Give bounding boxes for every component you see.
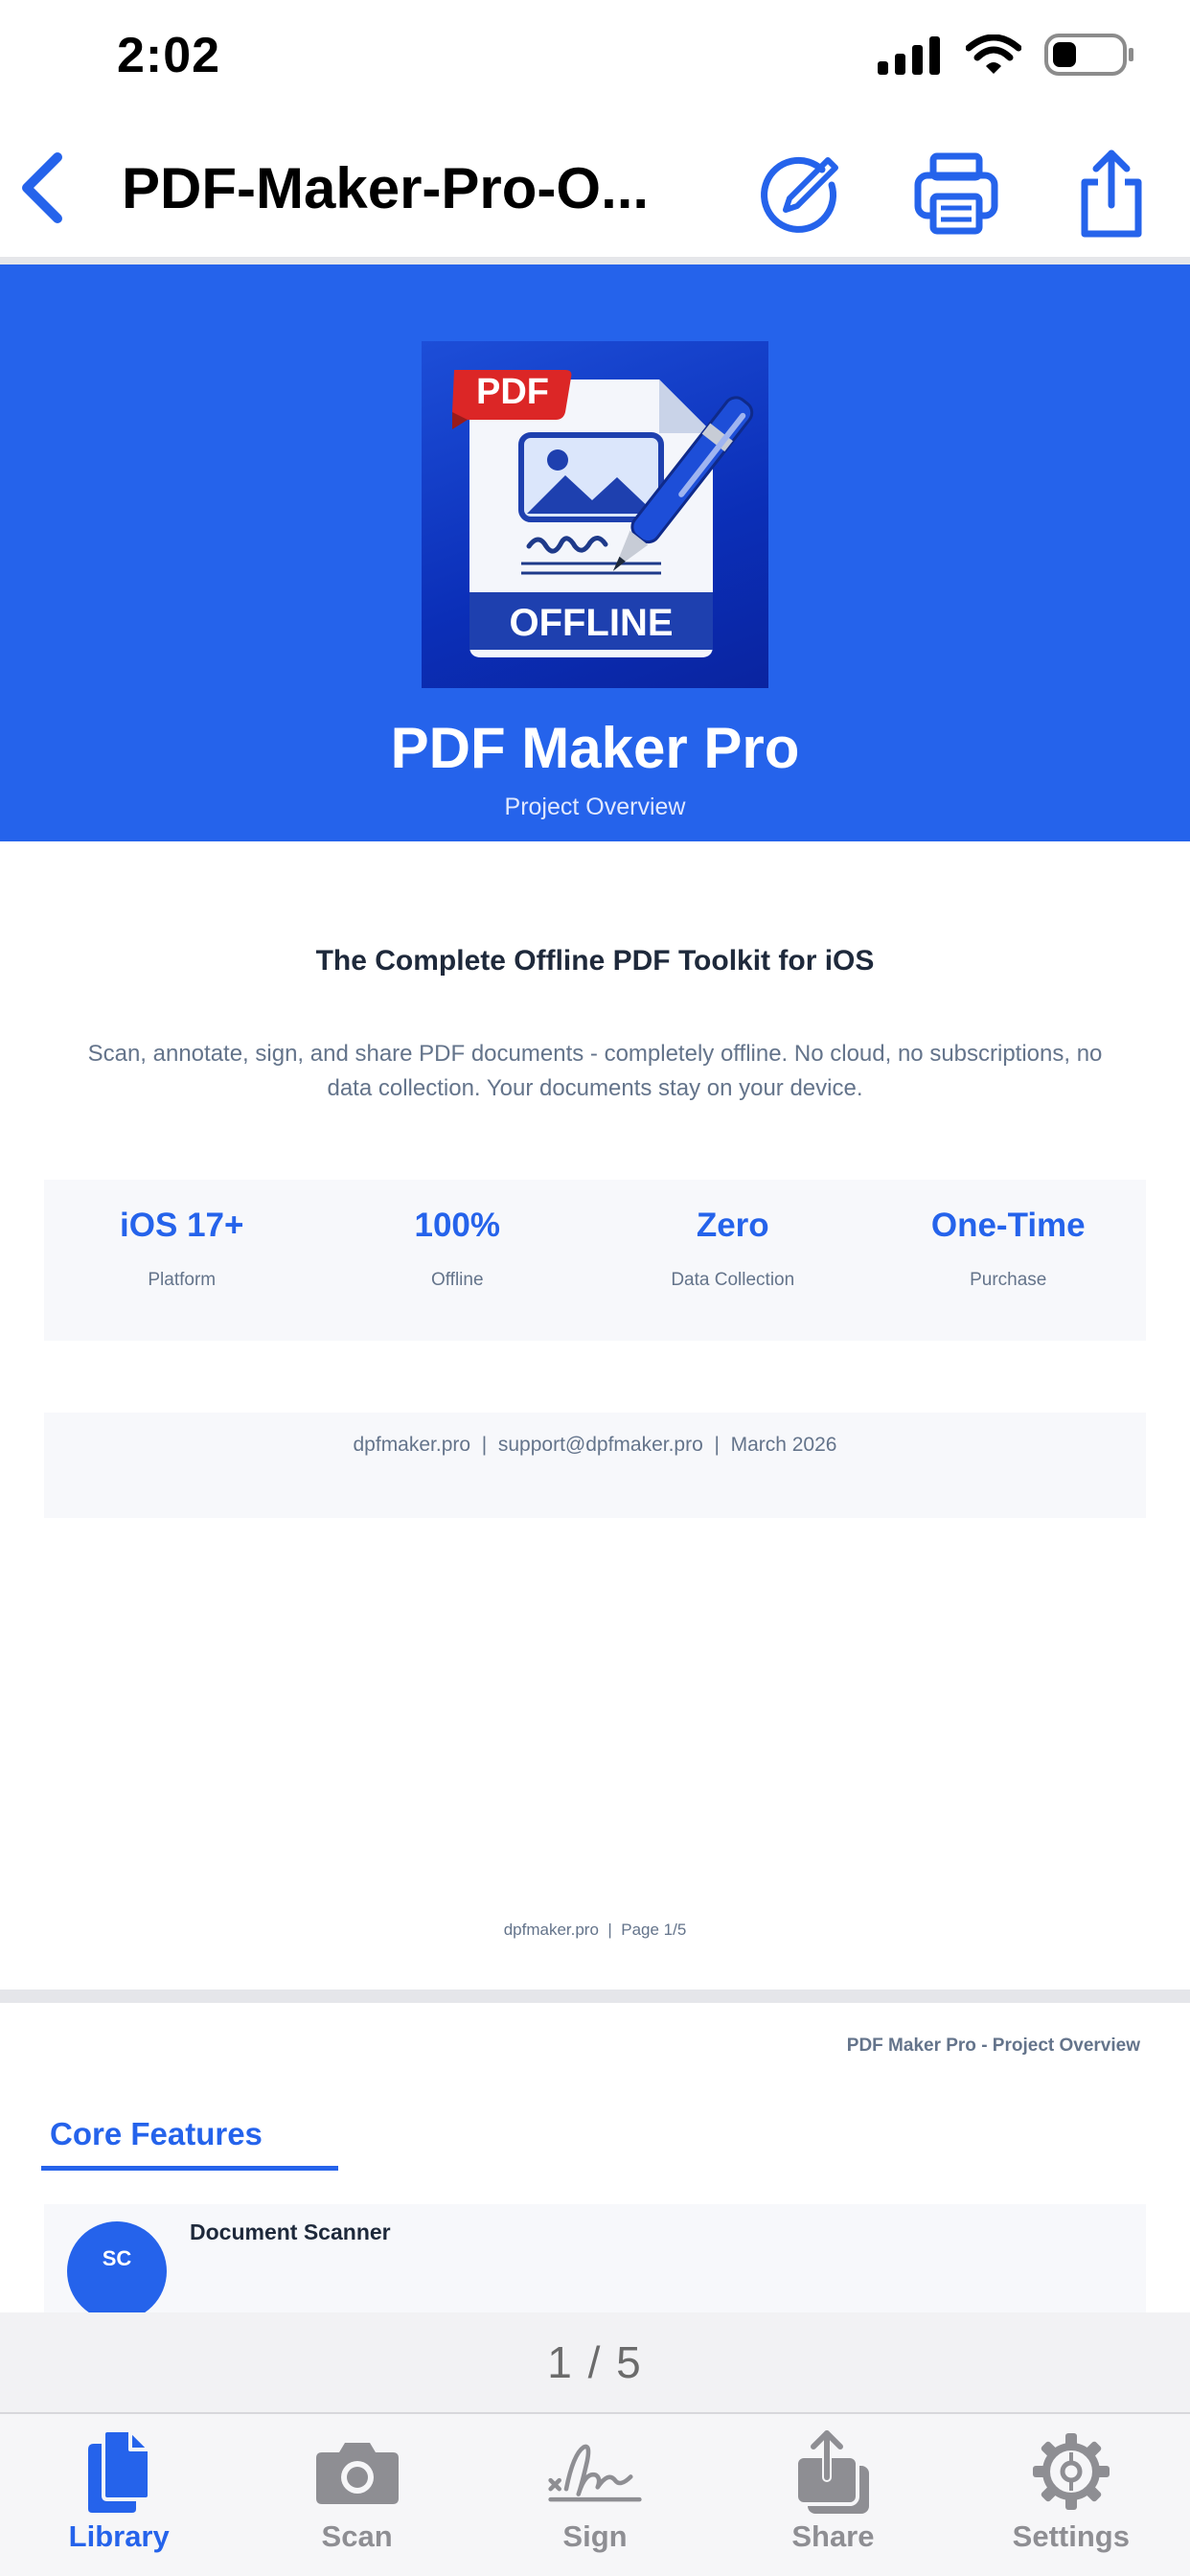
document-title: PDF-Maker-Pro-O...	[122, 156, 650, 220]
stat-purchase: One-Time Purchase	[871, 1180, 1147, 1341]
feature-avatar: SC	[67, 2221, 167, 2312]
gear-icon	[1023, 2424, 1119, 2519]
camera-icon	[309, 2424, 405, 2519]
stats-row: iOS 17+ Platform 100% Offline Zero Data …	[44, 1180, 1146, 1341]
pdf-page-1: PDF OFFLINE PDF Maker Pro Project Overvi…	[0, 264, 1190, 1990]
tab-label: Library	[68, 2519, 170, 2553]
section-title: Core Features	[50, 2116, 263, 2151]
description: Scan, annotate, sign, and share PDF docu…	[87, 1041, 1103, 1101]
share-icon	[785, 2424, 881, 2519]
contact-info: dpfmaker.pro | support@dpfmaker.pro | Ma…	[44, 1413, 1146, 1518]
battery-icon	[1044, 33, 1134, 81]
stat-value: iOS 17+	[120, 1207, 244, 1244]
stat-label: Offline	[430, 1270, 484, 1290]
page-header: PDF Maker Pro - Project Overview	[846, 2036, 1140, 2056]
tab-scan[interactable]: Scan	[238, 2414, 475, 2576]
logo-badge-text: PDF	[476, 372, 549, 412]
tab-label: Scan	[321, 2519, 393, 2553]
chevron-left-icon	[22, 152, 62, 223]
status-time: 2:02	[117, 28, 221, 83]
page-indicator: 1 / 5	[0, 2312, 1190, 2412]
app-name-heading: PDF Maker Pro	[390, 716, 800, 780]
logo-offline-text: OFFLINE	[509, 602, 674, 644]
navigation-bar: PDF-Maker-Pro-O...	[0, 115, 1190, 259]
wifi-icon	[965, 34, 1022, 80]
hero-banner: PDF OFFLINE PDF Maker Pro Project Overvi…	[0, 264, 1190, 841]
stat-data-collection: Zero Data Collection	[595, 1180, 871, 1341]
markup-pen-icon	[761, 156, 838, 233]
stat-value: 100%	[414, 1207, 501, 1244]
printer-icon	[914, 152, 998, 235]
print-button[interactable]	[910, 148, 1002, 240]
stat-label: Purchase	[970, 1270, 1047, 1290]
stat-value: One-Time	[930, 1207, 1086, 1244]
status-bar: 2:02	[0, 0, 1190, 115]
app-logo: PDF OFFLINE	[422, 341, 768, 688]
status-icons	[878, 33, 1134, 81]
pdf-viewer[interactable]: PDF OFFLINE PDF Maker Pro Project Overvi…	[0, 257, 1190, 2312]
stat-value: Zero	[696, 1207, 769, 1244]
share-button[interactable]	[1065, 148, 1157, 240]
share-icon	[1081, 150, 1142, 238]
tagline: The Complete Offline PDF Toolkit for iOS	[315, 945, 875, 977]
hero-subtitle: Project Overview	[504, 794, 686, 820]
stat-platform: iOS 17+ Platform	[44, 1180, 320, 1341]
pdf-page-2: PDF Maker Pro - Project Overview Core Fe…	[0, 2003, 1190, 2312]
tab-label: Share	[791, 2519, 875, 2553]
tab-label: Sign	[562, 2519, 628, 2553]
tab-library[interactable]: Library	[0, 2414, 238, 2576]
cellular-signal-icon	[878, 34, 943, 80]
feature-title: Document Scanner	[190, 2220, 391, 2244]
tab-label: Settings	[1012, 2519, 1130, 2553]
feature-card: SC Document Scanner	[44, 2204, 1146, 2312]
tab-bar: Library Scan Sign Share Settings	[0, 2412, 1190, 2576]
tab-share[interactable]: Share	[714, 2414, 951, 2576]
stat-offline: 100% Offline	[320, 1180, 596, 1341]
tab-settings[interactable]: Settings	[952, 2414, 1190, 2576]
stat-label: Platform	[148, 1270, 217, 1290]
page-footer: dpfmaker.pro | Page 1/5	[503, 1920, 687, 1939]
stat-label: Data Collection	[671, 1270, 795, 1290]
tab-sign[interactable]: Sign	[476, 2414, 714, 2576]
annotate-button[interactable]	[754, 148, 846, 240]
section-underline	[41, 2166, 338, 2171]
back-button[interactable]	[13, 150, 71, 226]
signature-icon	[547, 2424, 643, 2519]
library-icon	[71, 2424, 167, 2519]
